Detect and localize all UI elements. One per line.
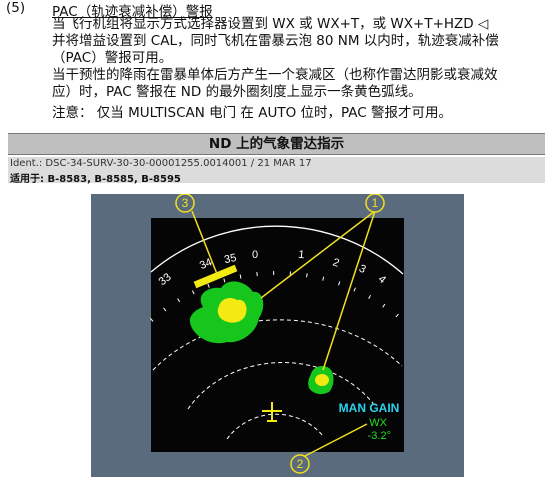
paragraph-1-line-3: （PAC）警报可用。 (52, 50, 173, 66)
callout-3: 3 (175, 194, 195, 213)
paragraph-2-line-1: 当干预性的降雨在雷暴单体后方产生一个衰减区（也称作雷达阴影或衰减效 (52, 67, 498, 83)
note-text: 注意： 仅当 MULTISCAN 电门 在 AUTO 位时，PAC 警报才可用。 (52, 105, 452, 121)
compass-label-0: 0 (252, 249, 258, 261)
wx-label: WX (369, 417, 387, 429)
tilt-label: -3.2° (368, 430, 391, 442)
mode-label: MAN GAIN (339, 401, 400, 415)
compass-label-35: 35 (223, 252, 237, 266)
paragraph-1-line-1: 当飞行机组将显示方式选择器设置到 WX 或 WX+T，或 WX+T+HZD ◁ (52, 16, 489, 32)
ident-block: Ident.: DSC-34-SURV-30-30-00001255.00140… (8, 157, 545, 185)
figure-title-banner: ND 上的气象雷达指示 (8, 133, 545, 155)
section-number: (5) (6, 0, 26, 16)
compass-label-1: 1 (298, 249, 305, 262)
callout-2-number: 2 (297, 457, 304, 471)
weather-cell-small-yellow (315, 374, 329, 386)
ident-line: Ident.: DSC-34-SURV-30-30-00001255.00140… (10, 158, 312, 169)
callout-2: 2 (290, 454, 310, 474)
nd-screen (151, 218, 404, 452)
weather-radar-figure: MAN GAIN WX -3.2° 3 1 2 3334 35 0 12 34 (91, 194, 464, 477)
compass-tick (306, 273, 308, 278)
callout-1: 1 (365, 194, 385, 213)
applicability-line: 适用于: B-8583, B-8585, B-8595 (10, 174, 181, 185)
callout-3-number: 3 (182, 196, 189, 210)
paragraph-2-line-2: 应）时，PAC 警报在 ND 的最外圈刻度上显示一条黄色弧线。 (52, 84, 422, 100)
paragraph-1-line-2: 并将增益设置到 CAL，同时飞机在雷暴云泡 80 NM 以内时，轨迹衰减补偿 (52, 33, 499, 49)
weather-cell-large-yellow (217, 298, 247, 323)
callout-1-number: 1 (372, 196, 379, 210)
